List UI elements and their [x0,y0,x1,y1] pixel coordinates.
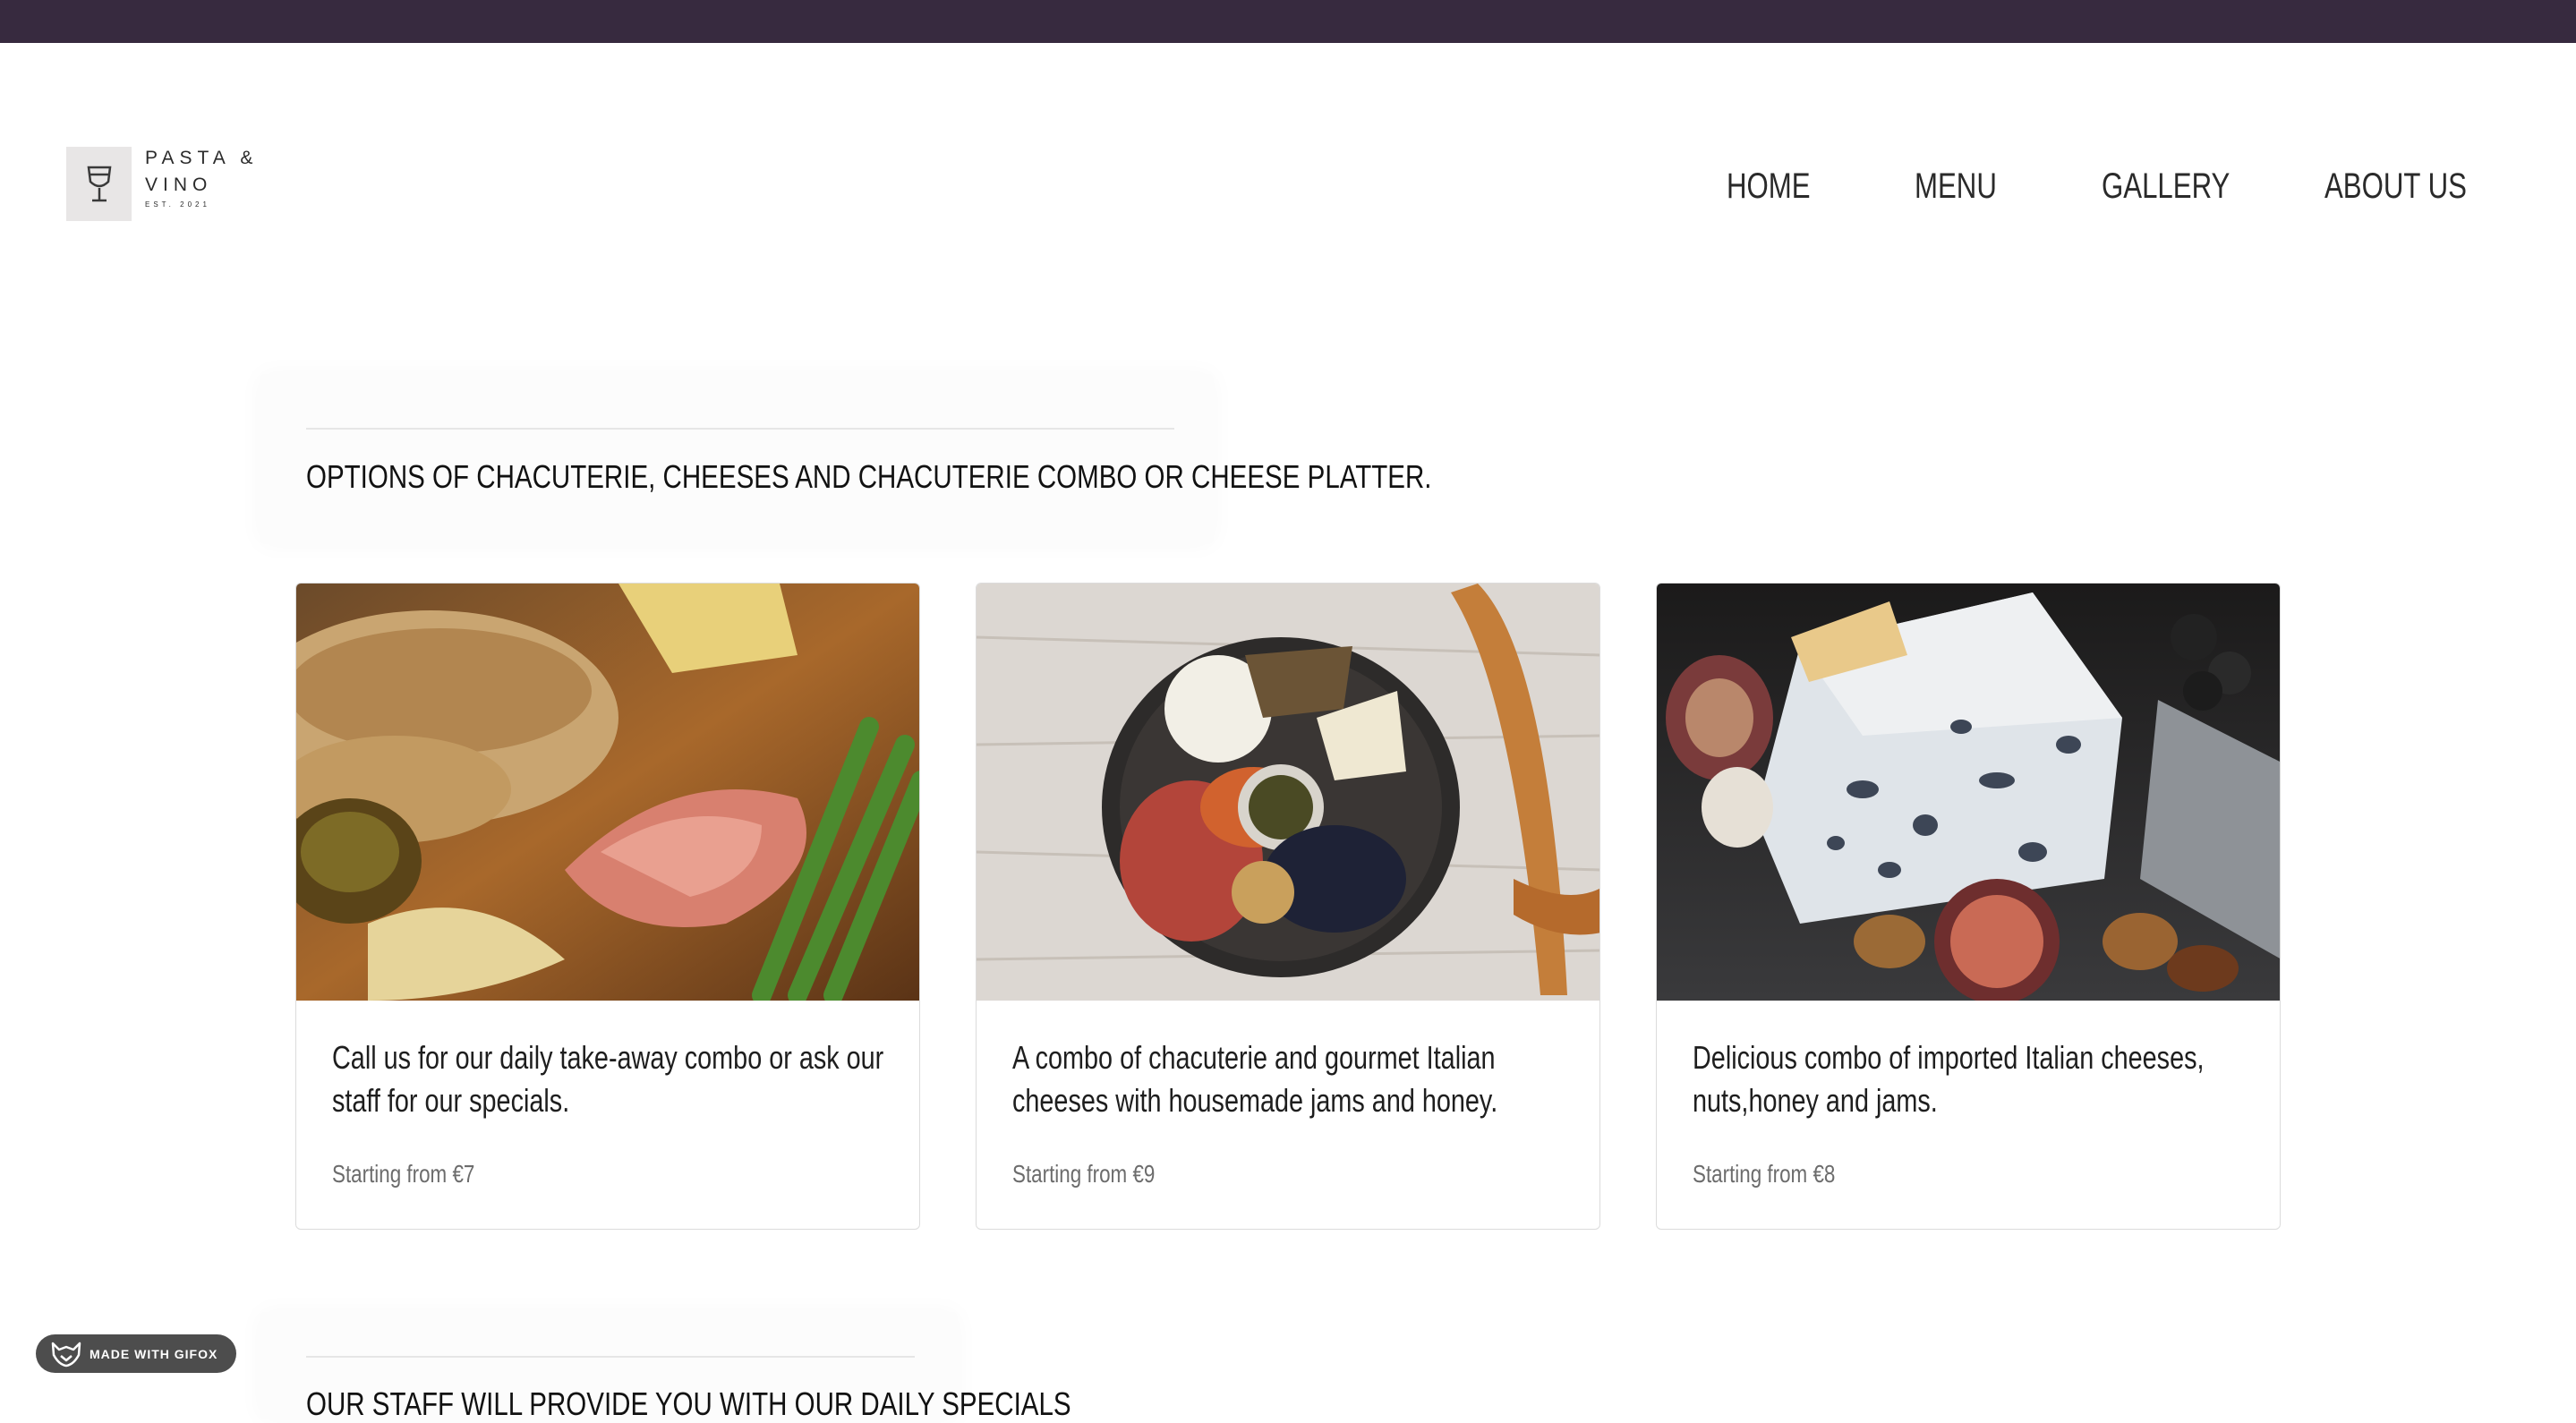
top-bar [0,0,2576,43]
bread-prosciutto-asparagus-photo [296,584,919,1001]
product-card-chacuterie-combo[interactable]: A combo of chacuterie and gourmet Italia… [976,583,1600,1230]
card-description: Call us for our daily take-away combo or… [332,1039,884,1119]
made-with-gifox-badge[interactable]: MADE WITH GIFOX [36,1334,236,1373]
main-nav: HOME MENU GALLERY ABOUT US [0,166,2576,220]
fox-icon [51,1342,81,1367]
nav-menu[interactable]: MENU [1915,166,1997,207]
nav-about-us[interactable]: ABOUT US [2324,166,2467,207]
badge-label: MADE WITH GIFOX [90,1346,218,1361]
card-price: Starting from €7 [332,1160,475,1188]
charcuterie-board-baguette-photo [977,584,1599,1001]
nav-home[interactable]: HOME [1727,166,1811,207]
card-description: Delicious combo of imported Italian chee… [1693,1039,2205,1119]
nav-gallery[interactable]: GALLERY [2102,166,2230,207]
product-card-take-away-combo[interactable]: Call us for our daily take-away combo or… [295,583,920,1230]
section-divider-2 [306,1356,915,1358]
section-title: OPTIONS OF CHACUTERIE, CHEESES AND CHACU… [306,458,1432,495]
blue-cheese-figs-walnuts-photo [1657,584,2280,1001]
card-description: A combo of chacuterie and gourmet Italia… [1012,1039,1498,1119]
section-divider [306,428,1174,430]
card-price: Starting from €9 [1012,1160,1156,1188]
section-title-2: OUR STAFF WILL PROVIDE YOU WITH OUR DAIL… [306,1385,1071,1422]
card-price: Starting from €8 [1693,1160,1836,1188]
product-card-cheese-platter[interactable]: Delicious combo of imported Italian chee… [1656,583,2281,1230]
